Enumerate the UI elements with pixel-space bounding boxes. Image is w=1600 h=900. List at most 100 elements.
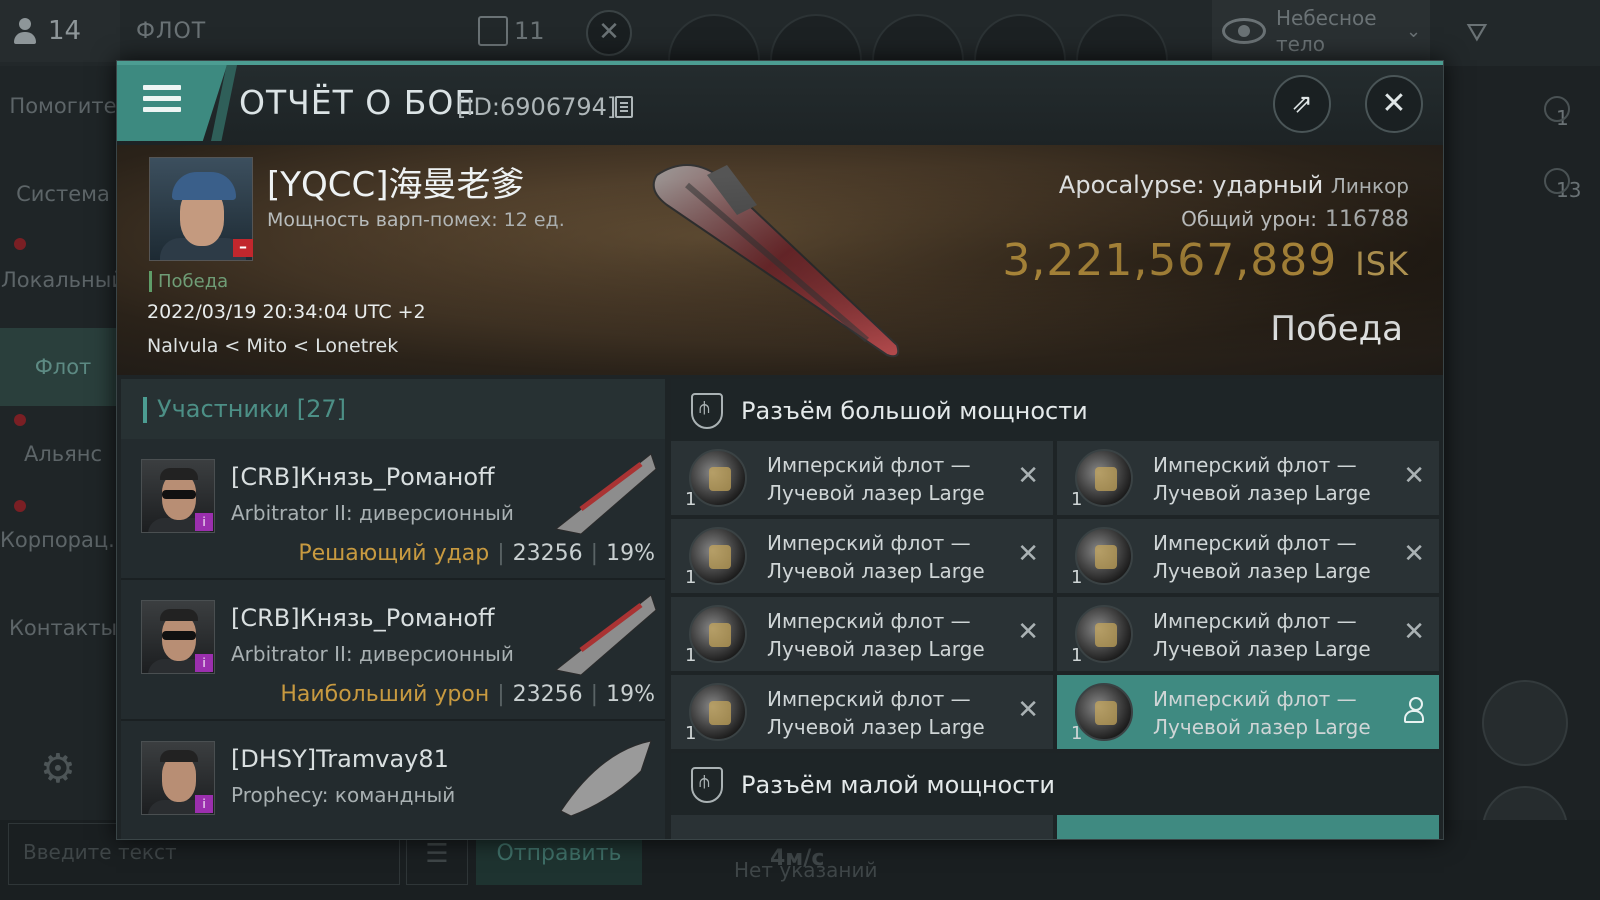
fleet-header: ФЛОТ 11 ✕	[122, 0, 644, 62]
destroyed-icon: ✕	[1017, 539, 1039, 569]
battle-result: Победа	[1270, 309, 1403, 349]
participants-panel: Участники [27] i [CRB]Князь_Романoff Arb…	[121, 379, 665, 839]
fleet-member-count: 11	[478, 16, 545, 46]
participant-stats: Решающий удар | 23256 | 19%	[298, 541, 655, 566]
person-icon	[12, 16, 38, 46]
low-slot-header: Разъём малой мощности	[671, 753, 1441, 815]
external-link-icon: ⇗	[1291, 89, 1313, 119]
copy-icon[interactable]	[615, 96, 633, 118]
battle-datetime: 2022/03/19 20:34:04 UTC +2	[147, 301, 426, 323]
menu-button[interactable]	[117, 65, 227, 141]
sidebar-item-local[interactable]: Локальный	[0, 268, 126, 292]
gear-icon[interactable]: ⚙	[40, 746, 76, 792]
minus-badge-icon: –	[233, 239, 253, 257]
action-button[interactable]	[1482, 680, 1568, 766]
hamburger-icon	[143, 85, 181, 118]
outcome-tag: Победа	[149, 271, 228, 292]
unread-dot	[14, 500, 26, 512]
sidebar-item-alliance[interactable]: Альянс	[0, 442, 126, 466]
ship-class: Линкор	[1330, 174, 1409, 198]
unread-dot	[14, 414, 26, 426]
tablet-icon	[478, 16, 508, 46]
celestial-filter[interactable]: Небесное тело ⌄	[1212, 0, 1430, 62]
chat-sidebar: Помогите Система Локальный Флот Альянс К…	[0, 66, 128, 900]
participant-ship-image	[554, 453, 657, 535]
sidebar-item-fleet[interactable]: Флот	[0, 328, 126, 406]
celestial-label: Небесное тело	[1276, 6, 1377, 56]
info-icon: i	[195, 654, 213, 672]
fleet-close-button[interactable]: ✕	[586, 10, 632, 56]
participants-header: Участники [27]	[121, 379, 665, 439]
participant-row[interactable]: i [DHSY]Tramvay81 Prophecy: командный	[121, 721, 665, 839]
fitting-panel: Разъём большой мощности 1Имперский флот …	[671, 379, 1441, 839]
participant-ship-image	[560, 740, 652, 817]
nav-status: Нет указаний	[734, 858, 878, 882]
laser-module-icon	[1075, 527, 1133, 585]
battle-location[interactable]: Nalvula < Mito < Lonetrek	[147, 335, 398, 357]
participant-ship: Arbitrator II: диверсионный	[231, 501, 514, 525]
low-slot-icon	[691, 767, 723, 803]
share-button[interactable]: ⇗	[1273, 75, 1331, 133]
sidebar-item-help[interactable]: Помогите	[0, 94, 126, 118]
module-slot-item[interactable]: 1 Имперский флот — Лучевой лазер Large ✕	[671, 519, 1053, 593]
high-slot-header: Разъём большой мощности	[671, 379, 1441, 441]
sidebar-item-system[interactable]: Система	[0, 182, 126, 206]
pilot-count-value: 14	[48, 16, 82, 46]
destroyed-icon: ✕	[1017, 617, 1039, 647]
info-icon: i	[195, 795, 213, 813]
filter-icon[interactable]: ⛛	[1466, 18, 1488, 49]
participant-name: [CRB]Князь_Романoff	[231, 463, 495, 491]
high-slot-icon	[691, 393, 723, 429]
avatar: i	[141, 459, 215, 533]
laser-module-icon	[1075, 683, 1133, 741]
participant-ship-image	[554, 594, 657, 676]
destroyed-icon: ✕	[1403, 617, 1425, 647]
participant-stats: Наибольший урон | 23256 | 19%	[280, 682, 655, 707]
participant-row[interactable]: i [CRB]Князь_Романoff Arbitrator II: див…	[121, 439, 665, 580]
right-panel: 1 13	[1442, 66, 1600, 900]
module-slot-item[interactable]: 1 Имперский флот — Лучевой лазер Large ✕	[671, 675, 1053, 749]
avatar: i	[141, 741, 215, 815]
destroyed-icon: ✕	[1403, 461, 1425, 491]
module-slot-item[interactable]: 1 Имперский флот — Лучевой лазер Large ✕	[1057, 519, 1439, 593]
victim-name[interactable]: [YQCC]海曼老爹	[267, 157, 525, 206]
participant-row[interactable]: i [CRB]Князь_Романoff Arbitrator II: див…	[121, 580, 665, 721]
module-slot-item[interactable]: 1 Имперский флот — Лучевой лазер Large ✕	[1057, 441, 1439, 515]
module-slot-item[interactable]: 1 Имперский флот — Лучевой лазер Large ✕	[671, 597, 1053, 671]
info-icon: i	[195, 513, 213, 531]
victim-banner: – [YQCC]海曼老爹 Мощность варп-помех: 12 ед.…	[117, 145, 1443, 375]
participant-name: [DHSY]Tramvay81	[231, 745, 449, 773]
avatar: i	[141, 600, 215, 674]
laser-module-icon	[689, 527, 747, 585]
victim-ship[interactable]: Apocalypse: ударный Линкор	[1059, 171, 1409, 199]
destroyed-icon: ✕	[1403, 539, 1425, 569]
fleet-title: ФЛОТ	[136, 18, 207, 44]
chevron-down-icon: ⌄	[1406, 20, 1422, 42]
close-button[interactable]: ✕	[1365, 75, 1423, 133]
sidebar-item-contacts[interactable]: Контакты	[0, 616, 126, 640]
module-slot-item[interactable]	[1057, 815, 1439, 839]
module-slot-item[interactable]: 1 Имперский флот — Лучевой лазер Large	[1057, 675, 1439, 749]
laser-module-icon	[1075, 449, 1133, 507]
laser-module-icon	[689, 683, 747, 741]
module-slot-item[interactable]: 1 Имперский флот — Лучевой лазер Large ✕	[671, 441, 1053, 515]
sidebar-item-corp[interactable]: Корпорац...	[0, 528, 128, 552]
low-slot-grid	[671, 815, 1441, 839]
warp-strength: Мощность варп-помех: 12 ед.	[267, 209, 565, 231]
pilot-count[interactable]: 14	[0, 0, 120, 62]
unread-dot	[14, 238, 26, 250]
module-slot-item[interactable]	[671, 815, 1053, 839]
total-damage: Общий урон: 116788	[1181, 207, 1409, 232]
laser-module-icon	[689, 449, 747, 507]
destroyed-icon: ✕	[1017, 461, 1039, 491]
overview-count: 1	[1544, 96, 1570, 130]
dropped-person-icon	[1403, 697, 1425, 723]
destroyed-icon: ✕	[1017, 695, 1039, 725]
module-slot-item[interactable]: 1 Имперский флот — Лучевой лазер Large ✕	[1057, 597, 1439, 671]
isk-value: 3,221,567,889 ISK	[1002, 235, 1409, 286]
dialog-header: ОТЧЁТ О БОЕ [ID:6906794] ⇗ ✕	[117, 65, 1443, 145]
participant-ship: Arbitrator II: диверсионный	[231, 642, 514, 666]
participant-ship: Prophecy: командный	[231, 783, 456, 807]
laser-module-icon	[689, 605, 747, 663]
participant-name: [CRB]Князь_Романoff	[231, 604, 495, 632]
